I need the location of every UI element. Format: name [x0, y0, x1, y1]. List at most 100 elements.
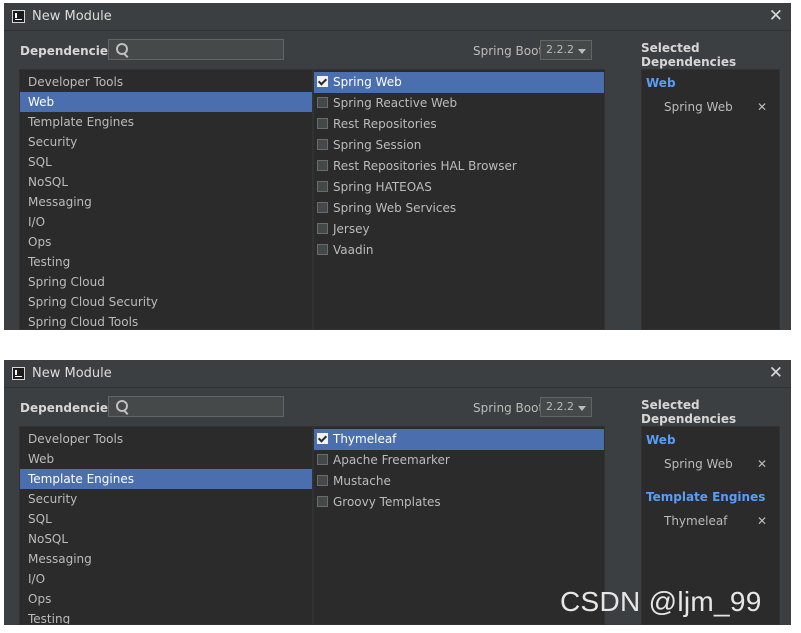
checkbox-checked[interactable]	[317, 76, 328, 87]
category-item[interactable]: SQL	[20, 152, 312, 172]
category-item[interactable]: Security	[20, 489, 312, 509]
selected-dependencies-header: Selected Dependencies	[641, 41, 737, 69]
checkbox[interactable]	[317, 97, 328, 108]
checkbox[interactable]	[317, 223, 328, 234]
checkbox[interactable]	[317, 118, 328, 129]
category-item[interactable]: Template Engines	[20, 469, 312, 489]
checkbox[interactable]	[317, 496, 328, 507]
dependency-label: Spring Reactive Web	[333, 96, 458, 110]
dependency-label: Thymeleaf	[333, 432, 397, 446]
dependency-label: Rest Repositories HAL Browser	[333, 159, 517, 173]
checkbox[interactable]	[317, 454, 328, 465]
dependency-label: Groovy Templates	[333, 495, 441, 509]
category-item[interactable]: Security	[20, 132, 312, 152]
dependency-label: Rest Repositories	[333, 117, 437, 131]
dependency-label: Mustache	[333, 474, 391, 488]
dependency-item[interactable]: Rest Repositories HAL Browser	[314, 156, 604, 177]
dependency-item[interactable]: Spring Web Services	[314, 198, 604, 219]
category-item[interactable]: Messaging	[20, 549, 312, 569]
selected-dependency: Spring Web ✕	[642, 453, 779, 475]
dependency-item[interactable]: Vaadin	[314, 240, 604, 261]
close-icon[interactable]: ✕	[769, 363, 783, 383]
dependency-label: Jersey	[333, 222, 370, 236]
dependency-item[interactable]: Spring Session	[314, 135, 604, 156]
intellij-app-icon	[12, 10, 25, 23]
close-icon[interactable]: ✕	[769, 6, 783, 26]
spring-boot-version-select[interactable]: 2.2.2	[540, 40, 592, 60]
category-item[interactable]: Web	[20, 449, 312, 469]
category-item[interactable]: Spring Cloud	[20, 272, 312, 292]
category-item[interactable]: NoSQL	[20, 529, 312, 549]
remove-icon[interactable]: ✕	[757, 453, 767, 475]
dependency-label: Spring Web	[333, 75, 402, 89]
search-icon	[116, 43, 128, 55]
category-list: Developer Tools Web Template Engines Securi…	[19, 69, 313, 330]
category-item[interactable]: I/O	[20, 569, 312, 589]
new-module-dialog-1: New Module ✕ Dependencies Spring Boot 2.…	[4, 3, 791, 330]
dependency-item[interactable]: Mustache	[314, 471, 604, 492]
selected-dependency-label: Spring Web	[664, 457, 733, 471]
dependency-item[interactable]: Spring Reactive Web	[314, 93, 604, 114]
dependency-item[interactable]: Thymeleaf	[314, 429, 604, 450]
watermark: CSDN @ljm_99	[560, 586, 762, 617]
category-item[interactable]: Ops	[20, 232, 312, 252]
checkbox[interactable]	[317, 475, 328, 486]
selected-dependency-label: Thymeleaf	[664, 514, 728, 528]
chevron-down-icon	[578, 49, 586, 54]
checkbox[interactable]	[317, 139, 328, 150]
selected-group-link[interactable]: Web	[642, 73, 779, 93]
checkbox[interactable]	[317, 202, 328, 213]
title-bar: New Module ✕	[4, 3, 791, 31]
category-item[interactable]: Template Engines	[20, 112, 312, 132]
category-item[interactable]: Testing	[20, 609, 312, 624]
dependency-label: Spring Web Services	[333, 201, 457, 215]
checkbox[interactable]	[317, 244, 328, 255]
dependency-item[interactable]: Spring Web	[314, 72, 604, 93]
dependency-item[interactable]: Groovy Templates	[314, 492, 604, 513]
category-item[interactable]: Messaging	[20, 192, 312, 212]
category-item[interactable]: Testing	[20, 252, 312, 272]
dependency-label: Vaadin	[333, 243, 374, 257]
category-item[interactable]: I/O	[20, 212, 312, 232]
dialog-title: New Module	[32, 9, 112, 24]
category-list: Developer Tools Web Template Engines Securi…	[19, 426, 313, 625]
dependency-list: Spring Web Spring Reactive Web Rest Reposi…	[313, 69, 605, 330]
dependency-item[interactable]: Jersey	[314, 219, 604, 240]
dialog-title: New Module	[32, 366, 112, 381]
intellij-app-icon	[12, 367, 25, 380]
selected-group-link[interactable]: Template Engines	[642, 487, 779, 507]
category-item[interactable]: Spring Cloud Tools	[20, 312, 312, 329]
category-item[interactable]: Developer Tools	[20, 429, 312, 449]
selected-group-link[interactable]: Web	[642, 430, 779, 450]
spring-boot-version: 2.2.2	[546, 43, 574, 56]
category-item[interactable]: Web	[20, 92, 312, 112]
spring-boot-label: Spring Boot	[473, 401, 544, 415]
selected-dependency: Spring Web ✕	[642, 96, 779, 118]
spring-boot-version: 2.2.2	[546, 400, 574, 413]
checkbox-checked[interactable]	[317, 433, 328, 444]
selected-dependencies-header: Selected Dependencies	[641, 398, 737, 426]
dependency-label: Spring Session	[333, 138, 422, 152]
remove-icon[interactable]: ✕	[757, 510, 767, 532]
title-bar: New Module ✕	[4, 360, 791, 388]
checkbox[interactable]	[317, 160, 328, 171]
search-icon	[116, 400, 128, 412]
checkbox[interactable]	[317, 181, 328, 192]
dependency-item[interactable]: Spring HATEOAS	[314, 177, 604, 198]
dependency-label: Spring HATEOAS	[333, 180, 432, 194]
dependency-item[interactable]: Apache Freemarker	[314, 450, 604, 471]
category-item[interactable]: Spring Cloud Security	[20, 292, 312, 312]
search-input[interactable]	[108, 396, 284, 417]
category-item[interactable]: Ops	[20, 589, 312, 609]
spring-boot-version-select[interactable]: 2.2.2	[540, 397, 592, 417]
search-input[interactable]	[108, 39, 284, 60]
chevron-down-icon	[578, 406, 586, 411]
dependency-item[interactable]: Rest Repositories	[314, 114, 604, 135]
dependencies-label: Dependencies	[20, 401, 116, 415]
selected-dependencies-list: Web Spring Web ✕	[641, 69, 780, 330]
spring-boot-label: Spring Boot	[473, 44, 544, 58]
remove-icon[interactable]: ✕	[757, 96, 767, 118]
category-item[interactable]: SQL	[20, 509, 312, 529]
category-item[interactable]: Developer Tools	[20, 72, 312, 92]
category-item[interactable]: NoSQL	[20, 172, 312, 192]
